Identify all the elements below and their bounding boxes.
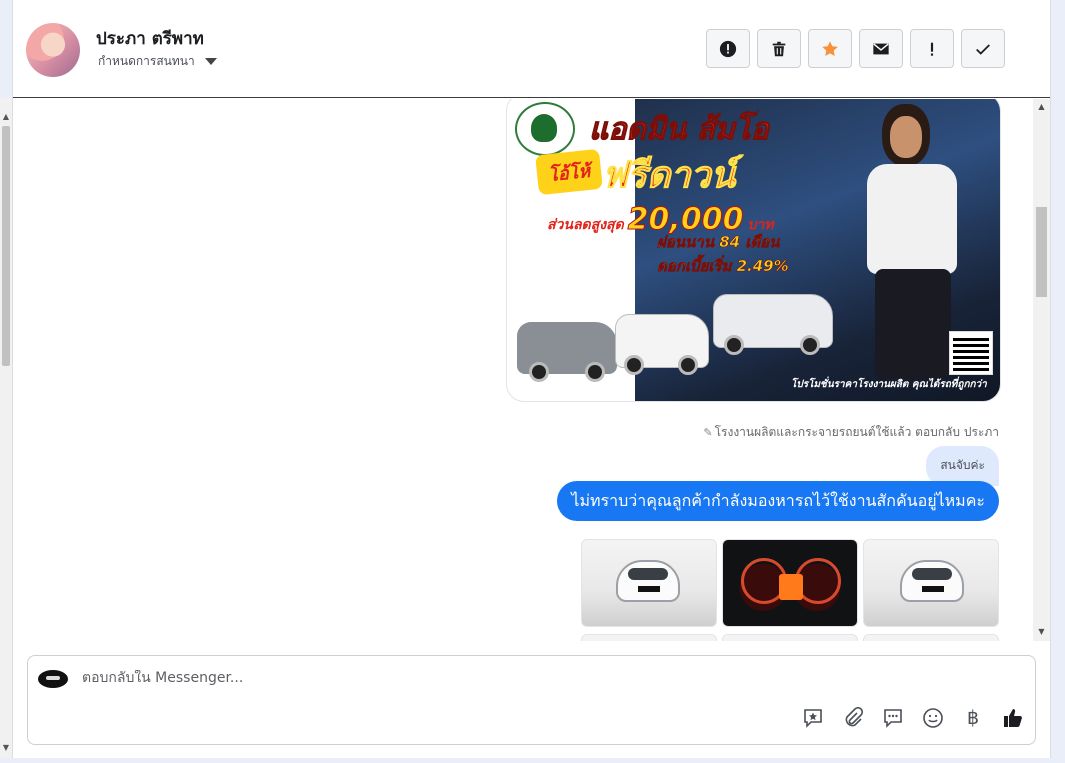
- promo-car-sedan: [517, 322, 617, 382]
- trash-icon: [772, 41, 786, 56]
- reply-input[interactable]: [82, 670, 782, 686]
- message-composer: ฿: [27, 655, 1036, 745]
- avatar[interactable]: [26, 23, 80, 77]
- page-avatar-icon: [38, 670, 68, 688]
- photo-car-angle[interactable]: [863, 539, 999, 627]
- conversation-settings-label: กำหนดการสนทนา: [98, 54, 195, 68]
- scroll-down-arrow[interactable]: ▼: [1, 743, 11, 752]
- quick-reply-icon[interactable]: [881, 706, 905, 730]
- promo-footer: โปรโมชั่นราคาโรงงานผลิต คุณได้รถที่ถูกกว…: [791, 379, 987, 390]
- check-icon: [976, 43, 990, 55]
- outer-scroll-thumb[interactable]: [2, 126, 10, 366]
- promo-burst: โอ้โห้: [535, 148, 603, 196]
- quoted-reply[interactable]: สนจับค่ะ: [926, 446, 999, 486]
- qr-code-icon: [949, 331, 993, 375]
- report-button[interactable]: [706, 29, 750, 68]
- promo-free-down: ฟรีดาวน์: [601, 155, 736, 197]
- promo-image[interactable]: แอดมิน ส้มโอ โอ้โห้ ฟรีดาวน์ ส่วนลดสูงสุ…: [506, 99, 1001, 402]
- star-icon: [822, 40, 838, 56]
- thread-scrollbar[interactable]: ▲ ▼: [1033, 99, 1050, 641]
- scroll-up-arrow[interactable]: ▲: [1033, 102, 1050, 111]
- message-thread[interactable]: แอดมิน ส้มโอ โอ้โห้ ฟรีดาวน์ ส่วนลดสูงสุ…: [13, 99, 1033, 641]
- thread-scroll-thumb[interactable]: [1036, 207, 1047, 297]
- alert-circle-icon: [719, 40, 737, 57]
- photo-car-front[interactable]: [581, 539, 717, 627]
- promo-car-pickup-2: [713, 294, 833, 355]
- reply-meta-text: โรงงานผลิตและกระจายรถยนต์ใช้แล้ว ตอบกลับ…: [714, 425, 999, 439]
- conversation-header: ประภา ตรีพาท กำหนดการสนทนา: [13, 0, 1050, 98]
- exclamation-icon: [930, 42, 934, 56]
- header-actions: [706, 29, 1005, 68]
- done-button[interactable]: [961, 29, 1005, 68]
- important-button[interactable]: [910, 29, 954, 68]
- conversation-panel: ประภา ตรีพาท กำหนดการสนทนา แอดมิน ส้มโอ …: [12, 0, 1051, 758]
- photo-row2-1[interactable]: [581, 634, 717, 641]
- scroll-down-arrow[interactable]: ▼: [1033, 627, 1050, 636]
- composer-tools: ฿: [801, 706, 1025, 730]
- scroll-up-arrow[interactable]: ▲: [1, 112, 11, 121]
- dealer-logo: [515, 102, 575, 156]
- star-button[interactable]: [808, 29, 852, 68]
- delete-button[interactable]: [757, 29, 801, 68]
- caret-down-icon: [204, 58, 217, 65]
- promo-installment: ผ่อนนาน 84 เดือน: [657, 233, 780, 252]
- promo-discount-label: ส่วนลดสูงสุด: [547, 217, 624, 233]
- photo-dashboard[interactable]: [722, 539, 858, 627]
- envelope-icon: [873, 42, 889, 54]
- pencil-icon: ✎: [703, 426, 713, 439]
- emoji-icon[interactable]: [921, 706, 945, 730]
- mark-unread-button[interactable]: [859, 29, 903, 68]
- photo-row2-2[interactable]: [722, 634, 858, 641]
- sent-message[interactable]: ไม่ทราบว่าคุณลูกค้ากำลังมองหารถไว้ใช้งาน…: [557, 481, 999, 521]
- attachment-icon[interactable]: [841, 706, 865, 730]
- payment-baht-icon[interactable]: ฿: [961, 706, 985, 730]
- photo-row2-3[interactable]: [863, 634, 999, 641]
- promo-interest: ดอกเบี้ยเริ่ม 2.49%: [657, 257, 789, 276]
- contact-name[interactable]: ประภา ตรีพาท: [96, 25, 204, 52]
- saved-reply-icon[interactable]: [801, 706, 825, 730]
- promo-car-pickup-1: [615, 314, 709, 375]
- reply-meta: ✎ โรงงานผลิตและกระจายรถยนต์ใช้แล้ว ตอบกล…: [703, 423, 999, 442]
- like-thumb-icon[interactable]: [1001, 706, 1025, 730]
- conversation-settings-dropdown[interactable]: กำหนดการสนทนา: [98, 52, 217, 71]
